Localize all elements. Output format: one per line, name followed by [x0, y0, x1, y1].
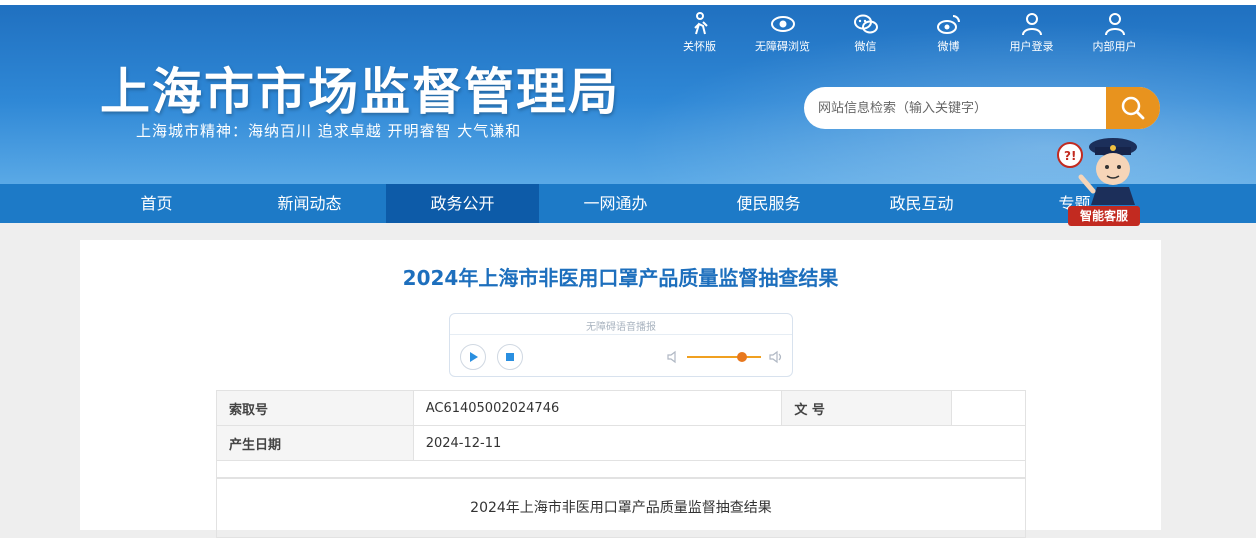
tool-label: 内部用户	[1092, 40, 1137, 53]
tool-label: 用户登录	[1009, 40, 1054, 53]
tool-label: 关怀版	[683, 40, 716, 53]
table-row: 索取号 AC61405002024746 文 号	[216, 390, 1026, 426]
play-icon	[470, 352, 478, 362]
elderly-care-icon	[693, 12, 708, 35]
stop-icon	[506, 353, 514, 361]
top-toolbar: 关怀版 无障碍浏览 微信 微博 用户登录 内部用户	[658, 12, 1156, 54]
article-title: 2024年上海市非医用口罩产品质量监督抽查结果	[402, 266, 839, 290]
volume-slider-handle[interactable]	[737, 352, 747, 362]
tool-wechat[interactable]: 微信	[824, 12, 907, 54]
volume-slider[interactable]	[687, 356, 761, 358]
wechat-icon	[853, 14, 878, 34]
tool-label: 无障碍浏览	[755, 40, 810, 53]
volume-up-icon[interactable]	[768, 350, 784, 364]
assistant-label[interactable]: 智能客服	[1068, 206, 1140, 226]
volume-mute-icon[interactable]	[666, 350, 680, 364]
user-icon	[1104, 13, 1125, 36]
meta-index-label: 索取号	[216, 390, 414, 426]
nav-item-news[interactable]: 新闻动态	[233, 184, 386, 223]
eye-icon	[770, 16, 795, 32]
nav-item-home[interactable]: 首页	[80, 184, 233, 223]
nav-item-interaction[interactable]: 政民互动	[845, 184, 998, 223]
search-icon	[1121, 96, 1145, 120]
meta-spacer-row	[216, 460, 1026, 478]
site-title[interactable]: 上海市市场监督管理局	[100, 52, 620, 124]
tool-elderly-mode[interactable]: 关怀版	[658, 12, 741, 54]
search-input[interactable]	[804, 100, 1104, 116]
weibo-icon	[936, 15, 960, 34]
meta-date-label: 产生日期	[216, 425, 414, 461]
meta-doc-value	[951, 390, 1026, 426]
table-row: 产生日期 2024-12-11	[216, 425, 1027, 461]
tool-accessibility[interactable]: 无障碍浏览	[741, 12, 824, 54]
meta-index-value: AC61405002024746	[412, 390, 783, 426]
nav-item-one-stop[interactable]: 一网通办	[539, 184, 692, 223]
player-label: 无障碍语音播报	[586, 322, 656, 333]
nav-item-gov-info[interactable]: 政务公开	[386, 184, 539, 223]
player-divider	[450, 334, 792, 335]
article-panel: 2024年上海市非医用口罩产品质量监督抽查结果 无障碍语音播报 索取号 AC61…	[80, 240, 1161, 538]
article-body: 2024年上海市非医用口罩产品质量监督抽查结果	[216, 478, 1026, 538]
nav-item-services[interactable]: 便民服务	[692, 184, 845, 223]
tool-internal-user[interactable]: 内部用户	[1073, 12, 1156, 54]
play-button[interactable]	[460, 344, 486, 370]
tool-user-login[interactable]: 用户登录	[990, 12, 1073, 54]
article-body-title: 2024年上海市非医用口罩产品质量监督抽查结果	[470, 500, 772, 516]
user-icon	[1021, 13, 1042, 36]
article-meta-table: 索取号 AC61405002024746 文 号 产生日期 2024-12-11	[216, 390, 1027, 461]
tool-label: 微信	[854, 40, 877, 53]
meta-date-value: 2024-12-11	[412, 425, 1027, 461]
site-motto: 上海城市精神：海纳百川 追求卓越 开明睿智 大气谦和	[136, 122, 522, 140]
tool-label: 微博	[937, 40, 960, 53]
search-box	[804, 87, 1160, 129]
meta-doc-label: 文 号	[781, 390, 953, 426]
svg-text:?!: ?!	[1064, 149, 1076, 163]
stop-button[interactable]	[497, 344, 523, 370]
search-button[interactable]	[1106, 87, 1160, 129]
tool-weibo[interactable]: 微博	[907, 12, 990, 54]
audio-player: 无障碍语音播报	[449, 313, 793, 377]
